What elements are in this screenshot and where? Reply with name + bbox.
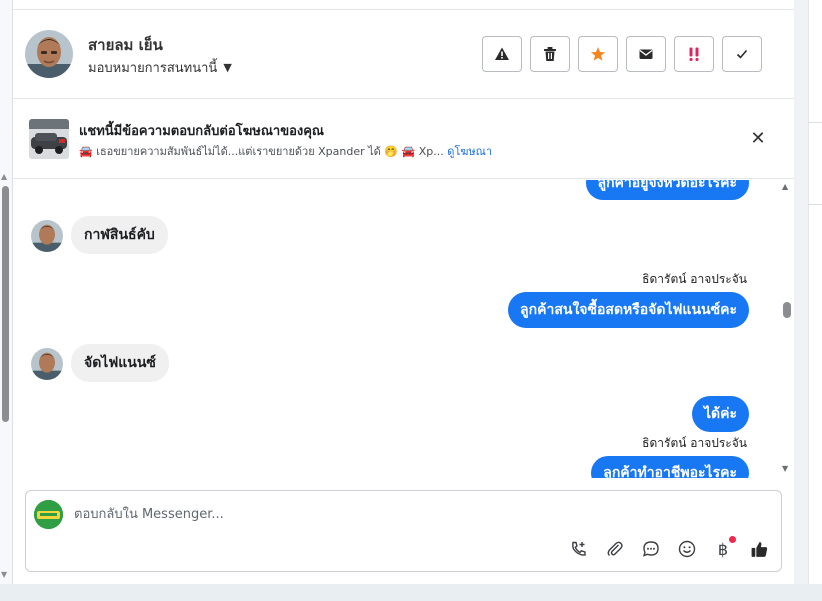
- ad-thumbnail[interactable]: [29, 119, 69, 159]
- assign-conversation-dropdown[interactable]: มอบหมายการสนทนานี้ ▼: [88, 57, 232, 78]
- emoji-icon: [678, 540, 696, 558]
- message-scrollbar-thumb[interactable]: [783, 302, 791, 318]
- reply-input[interactable]: [74, 501, 554, 527]
- star-button[interactable]: [578, 36, 618, 72]
- like-button[interactable]: [749, 539, 769, 559]
- message-bubble-outgoing: ได้ค่ะ: [691, 396, 749, 432]
- assign-conversation-label: มอบหมายการสนทนานี้: [88, 61, 218, 76]
- reply-composer: ฿: [25, 490, 782, 572]
- priority-icon: [689, 47, 699, 61]
- composer-toolbar: ฿: [569, 536, 769, 559]
- ad-banner-title: แชทนี้มีข้อความตอบกลับต่อโฆษณาของคุณ: [79, 124, 324, 139]
- warning-icon: [495, 47, 509, 60]
- mark-unread-button[interactable]: [626, 36, 666, 72]
- ad-reply-banner: แชทนี้มีข้อความตอบกลับต่อโฆษณาของคุณ 🚘 เ…: [13, 100, 794, 179]
- saved-replies-button[interactable]: [641, 539, 661, 559]
- page-scrollbar-thumb[interactable]: [2, 186, 9, 422]
- conversation-panel: สายลม เย็น มอบหมายการสนทนานี้ ▼ แชทนี้มี…: [13, 0, 794, 584]
- message-bubble-outgoing: ลูกค้าทำอาชีพอะไรคะ: [591, 456, 749, 478]
- view-ad-link[interactable]: ดูโฆษณา: [447, 145, 492, 158]
- contact-avatar-small: [31, 348, 63, 380]
- payment-button[interactable]: ฿: [713, 536, 736, 559]
- thumbs-up-icon: [751, 541, 767, 557]
- call-icon: [572, 541, 586, 556]
- mark-spam-button[interactable]: [482, 36, 522, 72]
- mark-done-button[interactable]: [722, 36, 762, 72]
- ad-snippet-text: 🚘 เธอขยายความสัมพันธ์ไม่ได้...แต่เราขยาย…: [79, 145, 444, 158]
- conversation-header: สายลม เย็น มอบหมายการสนทนานี้ ▼: [13, 10, 794, 99]
- caret-down-icon: ▼: [223, 61, 232, 74]
- call-button[interactable]: [569, 539, 589, 559]
- message-sender-name: ธิดารัตน์ อาจประจัน: [642, 272, 747, 286]
- contact-avatar-small: [31, 220, 63, 252]
- right-sidebar-divider: [808, 204, 822, 205]
- delete-button[interactable]: [530, 36, 570, 72]
- scroll-up-arrow-icon[interactable]: ▲: [1, 172, 7, 181]
- message-bubble-incoming: จัดไฟแนนซ์: [71, 344, 169, 382]
- chat-icon: [642, 541, 659, 557]
- right-sidebar-background: [794, 0, 822, 584]
- notification-dot: [729, 536, 736, 543]
- panel-top-strip: [13, 0, 794, 10]
- star-icon: [591, 47, 605, 61]
- check-icon: [736, 49, 748, 59]
- message-thread[interactable]: ลูกค้าอยู่จังหวัดอะไรคะ กาฬสินธ์คับ ธิดา…: [13, 180, 794, 478]
- message-bubble-outgoing: ลูกค้าอยู่จังหวัดอะไรคะ: [585, 180, 749, 200]
- envelope-icon: [639, 49, 653, 59]
- attach-button[interactable]: [605, 539, 625, 559]
- contact-name[interactable]: สายลม เย็น: [88, 33, 163, 57]
- contact-avatar[interactable]: [25, 30, 73, 78]
- message-bubble-outgoing: ลูกค้าสนใจซื้อสดหรือจัดไฟแนนซ์คะ: [508, 292, 749, 328]
- right-sidebar-card: [808, 0, 822, 584]
- page-scrollbar[interactable]: ▲ ▼: [0, 172, 11, 582]
- message-bubble-incoming: กาฬสินธ์คับ: [71, 216, 168, 254]
- trash-icon: [544, 47, 556, 61]
- right-sidebar-divider: [808, 122, 822, 123]
- header-action-buttons: [482, 36, 762, 72]
- follow-up-button[interactable]: [674, 36, 714, 72]
- scroll-down-arrow-icon[interactable]: ▼: [1, 570, 7, 579]
- message-sender-name: ธิดารัตน์ อาจประจัน: [642, 436, 747, 450]
- message-scrollbar[interactable]: ▲ ▼: [781, 180, 793, 476]
- page-avatar: [34, 500, 63, 529]
- baht-icon: ฿: [717, 539, 729, 559]
- paperclip-icon: [607, 541, 623, 556]
- close-icon[interactable]: ✕: [748, 128, 768, 149]
- emoji-button[interactable]: [677, 539, 697, 559]
- scroll-down-arrow-icon[interactable]: ▼: [782, 464, 788, 473]
- scroll-up-arrow-icon[interactable]: ▲: [782, 182, 788, 191]
- ad-banner-snippet-line: 🚘 เธอขยายความสัมพันธ์ไม่ได้...แต่เราขยาย…: [79, 142, 492, 160]
